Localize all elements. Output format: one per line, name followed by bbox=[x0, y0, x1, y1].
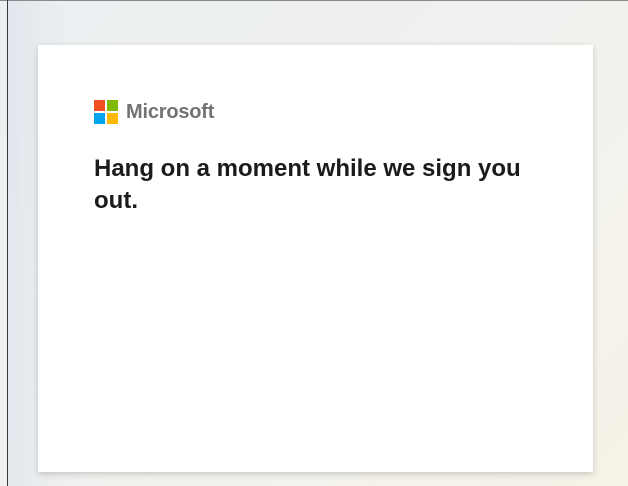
page-title: Hang on a moment while we sign you out. bbox=[94, 155, 521, 214]
microsoft-logo: Microsoft bbox=[94, 100, 214, 124]
logo-square-green bbox=[107, 100, 118, 111]
logo-square-yellow bbox=[107, 113, 118, 124]
microsoft-logo-icon bbox=[94, 100, 118, 124]
logo-square-blue bbox=[94, 113, 105, 124]
sign-out-card: Microsoft Hang on a moment while we sign… bbox=[38, 45, 593, 472]
window-top-border bbox=[0, 0, 628, 1]
logo-square-red bbox=[94, 100, 105, 111]
logo-wordmark: Microsoft bbox=[126, 101, 215, 123]
